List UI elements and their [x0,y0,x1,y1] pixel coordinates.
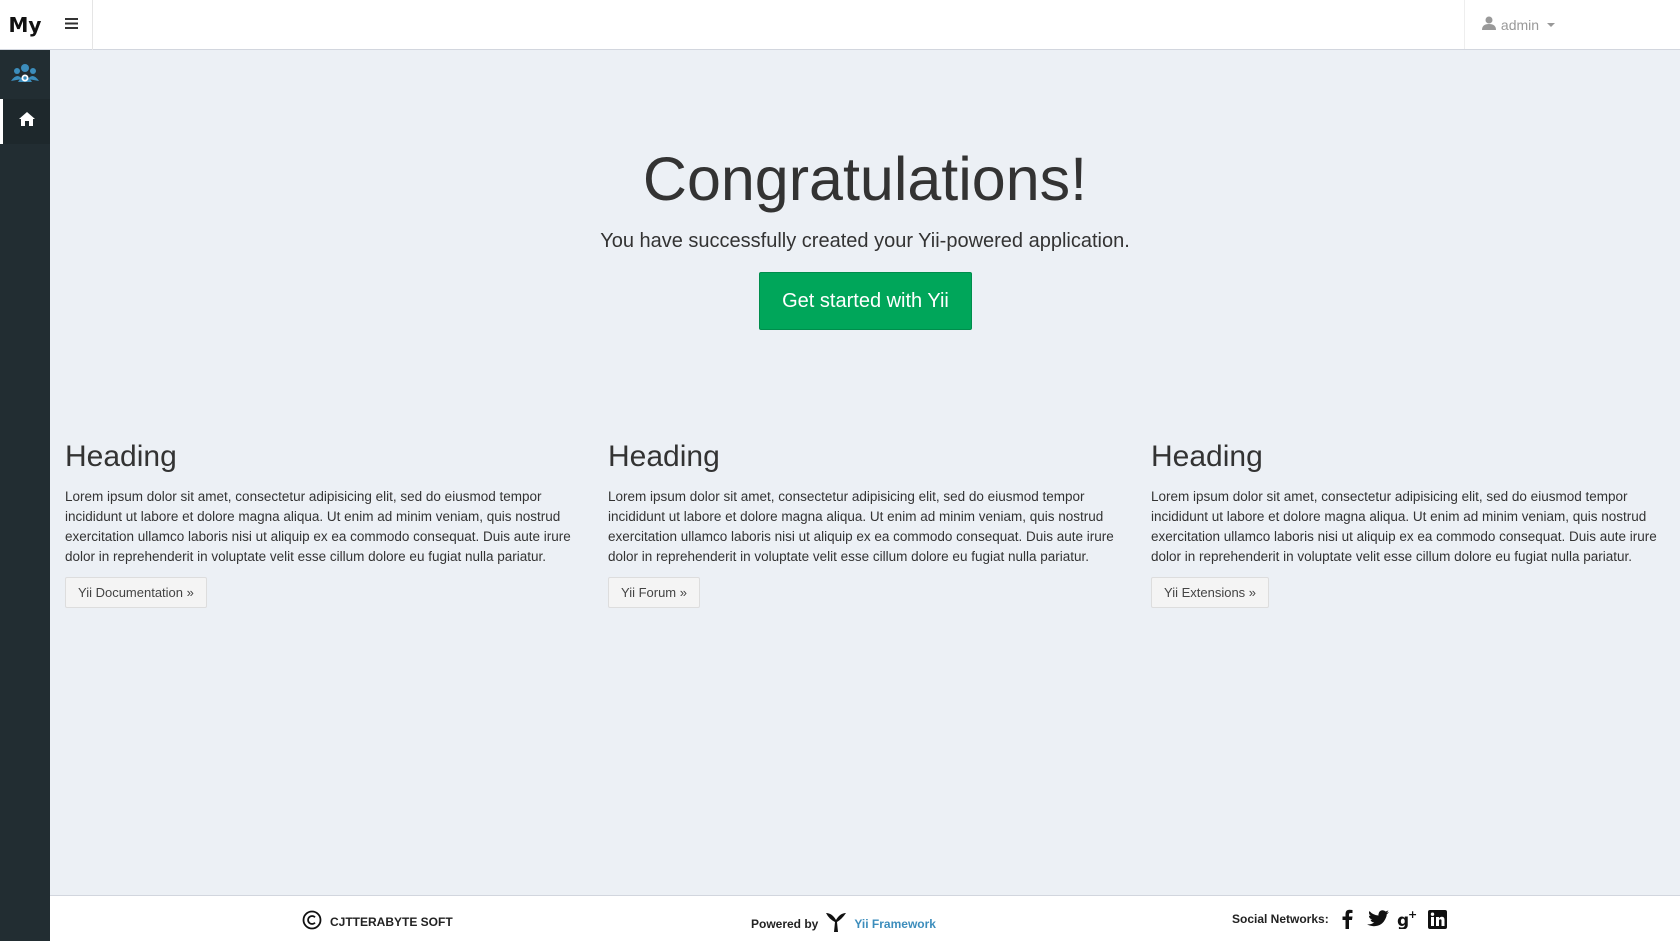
sidebar-item-home[interactable] [0,99,50,144]
main-content: Congratulations! You have successfully c… [50,50,1680,895]
column-heading: Heading [608,440,720,473]
copyright-text: CJTTERABYTE SOFT [330,914,453,929]
sidebar: My [0,0,50,941]
yii-documentation-button[interactable]: Yii Documentation » [65,577,207,608]
footer-copyright: CJTTERABYTE SOFT [302,910,453,933]
content-column: Heading Lorem ipsum dolor sit amet, cons… [1151,440,1661,608]
get-started-button[interactable]: Get started with Yii [759,272,972,330]
sidebar-toggle-button[interactable] [50,0,93,50]
jumbotron-lead: You have successfully created your Yii-p… [600,230,1130,252]
linkedin-icon[interactable] [1427,908,1449,930]
users-icon [11,62,39,89]
sidebar-item-users[interactable] [0,53,50,98]
yii-extensions-button[interactable]: Yii Extensions » [1151,577,1270,608]
jumbotron-title: Congratulations! [642,145,1088,213]
brand-logo[interactable]: My [0,0,50,50]
top-navbar: admin [50,0,1680,50]
copyright-icon [302,910,322,933]
column-body: Lorem ipsum dolor sit amet, consectetur … [1151,489,1657,564]
user-icon [1481,16,1496,33]
column-body: Lorem ipsum dolor sit amet, consectetur … [65,489,571,564]
home-icon [18,112,35,131]
footer-powered-by: Powered by Yii Framework [751,910,936,937]
column-heading: Heading [1151,440,1263,473]
content-column: Heading Lorem ipsum dolor sit amet, cons… [65,440,575,608]
content-column: Heading Lorem ipsum dolor sit amet, cons… [608,440,1118,608]
column-body: Lorem ipsum dolor sit amet, consectetur … [608,489,1114,564]
social-label: Social Networks: [1232,912,1329,926]
google-plus-icon[interactable]: g + [1397,908,1419,930]
twitter-icon[interactable] [1366,908,1389,930]
svg-text:+: + [1408,909,1417,921]
caret-down-icon [1547,22,1556,27]
footer-social: Social Networks: g + [1232,908,1449,930]
yii-logo-icon [824,910,848,937]
column-heading: Heading [65,440,177,473]
yii-forum-button[interactable]: Yii Forum » [608,577,700,608]
user-name: admin [1500,16,1540,33]
yii-framework-link[interactable]: Yii Framework [854,917,936,931]
facebook-icon[interactable] [1337,908,1359,930]
user-dropdown[interactable]: admin [1464,0,1572,49]
powered-label: Powered by [751,916,819,931]
footer: CJTTERABYTE SOFT Powered by Yii Framewor… [50,895,1680,941]
menu-icon [64,16,78,34]
